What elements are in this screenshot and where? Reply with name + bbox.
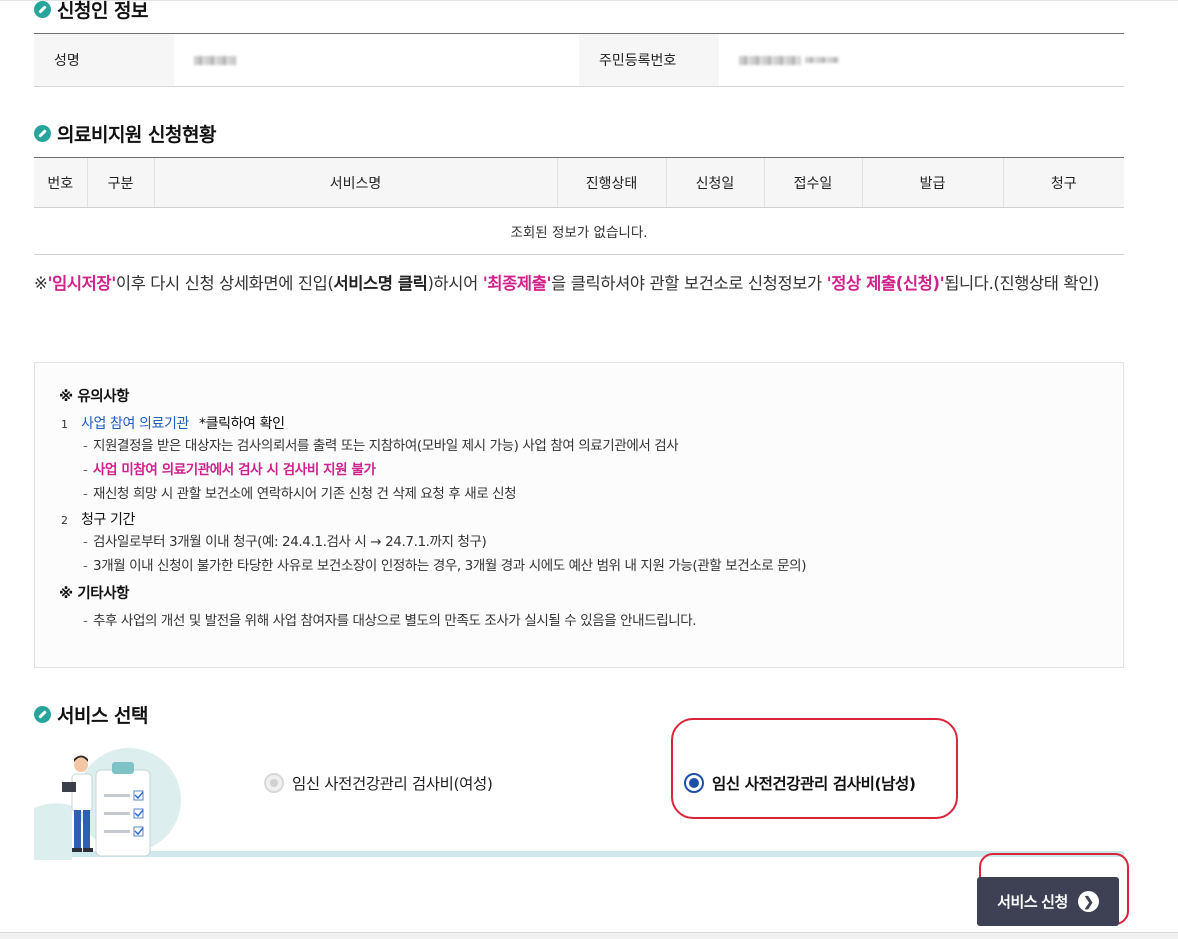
application-status-table: 번호 구분 서비스명 진행상태 신청일 접수일 발급 청구 조회된 정보가 없습…	[34, 157, 1124, 255]
male-option-radio[interactable]: 임신 사전건강관리 검사비(남성)	[684, 772, 916, 794]
status-section-title: 의료비지원 신청현황	[34, 120, 216, 147]
bottom-scroll-strip	[0, 932, 1178, 939]
radio-unselected-icon[interactable]	[264, 773, 284, 793]
chevron-right-circle-icon: ❯	[1077, 891, 1099, 912]
col-apply-date: 신청일	[665, 157, 764, 208]
pencil-icon	[34, 706, 51, 723]
claim-period-title: 청구 기간	[81, 512, 135, 528]
radio-selected-icon[interactable]	[684, 773, 704, 793]
notice-item-1: 1 사업 참여 의료기관 *클릭하여 확인	[59, 413, 1099, 433]
col-progress-status: 진행상태	[556, 157, 666, 208]
item-number: 2	[61, 514, 68, 527]
status-title-text: 의료비지원 신청현황	[57, 124, 216, 146]
male-option-label[interactable]: 임신 사전건강관리 검사비(남성)	[712, 772, 916, 794]
notice-sub-item-warning: - 사업 미참여 의료기관에서 검사 시 검사비 지원 불가	[83, 462, 376, 478]
temp-save-highlight: '임시저장'	[47, 274, 116, 293]
doctor-checklist-illustration-icon	[34, 748, 181, 860]
click-note: *클릭하여 확인	[199, 416, 285, 432]
note-mark: ※	[34, 274, 48, 293]
col-number: 번호	[34, 157, 87, 208]
empty-message: 조회된 정보가 없습니다.	[34, 207, 1124, 255]
notice-sub-item: - 지원결정을 받은 대상자는 검사의뢰서를 출력 또는 지참하여(모바일 제시 …	[83, 438, 679, 454]
service-area-baseline	[34, 851, 1124, 857]
female-option-label[interactable]: 임신 사전건강관리 검사비(여성)	[292, 772, 493, 794]
instruction-part4: 됩니다.(진행상태 확인)	[944, 274, 1100, 293]
item-number: 1	[61, 418, 68, 431]
applicant-info-row: 성명 주민등록번호	[34, 33, 1124, 87]
col-issue: 발급	[861, 157, 1003, 208]
rrn-value	[719, 34, 1124, 86]
name-redacted	[194, 55, 236, 65]
col-claim: 청구	[1002, 157, 1124, 208]
service-title-text: 서비스 선택	[57, 705, 149, 727]
pencil-icon	[34, 125, 51, 142]
highlight-ring-male-option	[671, 718, 958, 819]
instruction-part2: )하시어	[427, 274, 483, 293]
col-service-name: 서비스명	[153, 157, 557, 208]
other-heading: ※ 기타사항	[59, 586, 130, 602]
instruction-part1: 이후 다시 신청 상세화면에 진입(	[115, 274, 334, 293]
notice-sub-item: - 재신청 희망 시 관할 보건소에 연락하시어 기존 신청 건 삭제 요청 후 …	[83, 486, 517, 502]
service-section-title: 서비스 선택	[34, 701, 149, 728]
name-label: 성명	[34, 34, 174, 86]
notice-item-2: 2 청구 기간	[59, 509, 1099, 529]
table-header-row: 번호 구분 서비스명 진행상태 신청일 접수일 발급 청구	[34, 157, 1124, 208]
notice-sub-item: -3개월 이내 신청이 불가한 타당한 사유로 보건소장이 인정하는 경우, 3…	[83, 558, 807, 574]
female-option-radio[interactable]: 임신 사전건강관리 검사비(여성)	[264, 772, 493, 794]
notice-box: ※ 유의사항 1 사업 참여 의료기관 *클릭하여 확인 - 지원결정을 받은 대…	[34, 362, 1124, 668]
name-value	[174, 34, 579, 86]
notice-sub-item: - 추후 사업의 개선 및 발전을 위해 사업 참여자를 대상으로 별도의 만족도…	[83, 613, 697, 629]
top-divider	[0, 0, 1178, 1]
rrn-back-redacted	[805, 57, 839, 63]
service-apply-button[interactable]: 서비스 신청 ❯	[977, 877, 1119, 926]
col-category: 구분	[86, 157, 154, 208]
table-row: 조회된 정보가 없습니다.	[34, 207, 1124, 255]
instruction-text: ※'임시저장'이후 다시 신청 상세화면에 진입(서비스명 클릭)하시어 '최종…	[34, 270, 1124, 298]
service-apply-label: 서비스 신청	[997, 894, 1068, 911]
participating-hospitals-link[interactable]: 사업 참여 의료기관	[81, 416, 189, 432]
service-click-highlight: 서비스명 클릭	[333, 274, 428, 293]
col-receipt-date: 접수일	[763, 157, 862, 208]
instruction-part3: 을 클릭하셔야 관할 보건소로 신청정보가	[551, 274, 827, 293]
rrn-front-redacted	[739, 55, 801, 65]
notice-heading: ※ 유의사항	[59, 389, 130, 405]
normal-submit-highlight: '정상 제출(신청)'	[826, 274, 945, 293]
applicant-title-text: 신청인 정보	[57, 0, 149, 22]
applicant-section-title: 신청인 정보	[34, 0, 149, 23]
notice-sub-item: - 검사일로부터 3개월 이내 청구(예: 24.4.1.검사 시 → 24.7.…	[83, 534, 487, 550]
rrn-label: 주민등록번호	[579, 34, 719, 86]
final-submit-highlight: '최종제출'	[482, 274, 552, 293]
pencil-icon	[34, 1, 51, 18]
